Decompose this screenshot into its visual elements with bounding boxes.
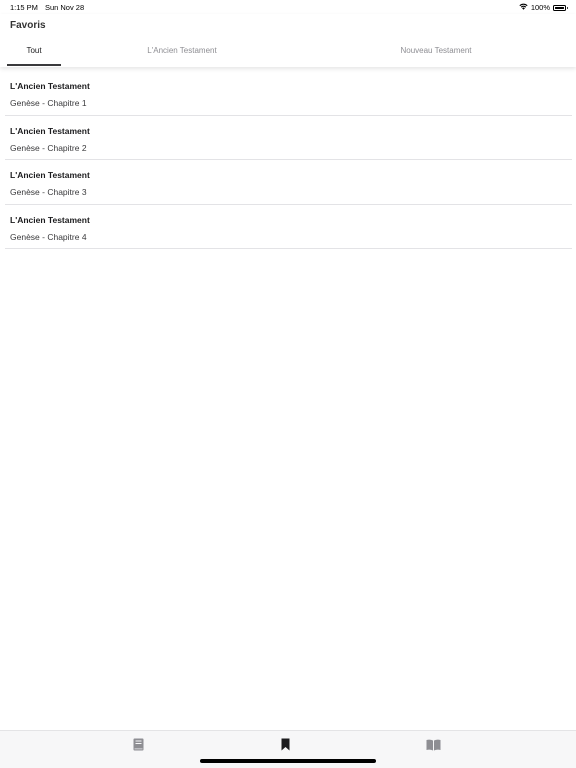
list-item[interactable]: L'Ancien Testament Genèse - Chapitre 1 [5,71,572,116]
segment-tabs: Tout L'Ancien Testament Nouveau Testamen… [0,42,576,67]
favorites-list: L'Ancien Testament Genèse - Chapitre 1 L… [0,71,576,249]
book-icon [133,738,144,756]
open-book-icon [426,738,441,756]
tab-ancien-testament[interactable]: L'Ancien Testament [112,42,252,67]
wifi-icon [519,3,528,12]
tabbar-item-reading[interactable] [423,739,443,755]
header: Favoris Tout L'Ancien Testament Nouveau … [0,14,576,67]
bookmark-icon [281,738,290,756]
item-title: L'Ancien Testament [10,81,90,91]
item-title: L'Ancien Testament [10,214,90,225]
battery-percentage: 100% [530,3,550,12]
item-subtitle: Genèse - Chapitre 3 [10,187,87,197]
item-subtitle: Genèse - Chapitre 4 [10,231,87,242]
battery-full-icon [553,4,568,11]
tab-nouveau-testament[interactable]: Nouveau Testament [366,42,506,67]
tabbar-item-bookmarks[interactable] [275,738,295,756]
list-item[interactable]: L'Ancien Testament Genèse - Chapitre 2 [5,116,572,160]
item-title: L'Ancien Testament [10,125,90,136]
tab-indicator [7,64,61,66]
status-time: 1:15 PM [10,3,38,12]
list-item[interactable]: L'Ancien Testament Genèse - Chapitre 3 [5,160,572,205]
status-bar: 1:15 PM Sun Nov 28 100% [0,0,576,14]
item-title: L'Ancien Testament [10,170,90,180]
tabbar-item-book[interactable] [128,738,148,756]
item-subtitle: Genèse - Chapitre 1 [10,98,87,108]
home-indicator [200,759,376,763]
item-subtitle: Genèse - Chapitre 2 [10,142,87,153]
status-right: 100% [519,3,568,12]
status-left: 1:15 PM Sun Nov 28 [10,3,84,12]
status-date: Sun Nov 28 [44,3,85,12]
list-item[interactable]: L'Ancien Testament Genèse - Chapitre 4 [5,205,572,249]
page-title: Favoris [10,20,46,31]
